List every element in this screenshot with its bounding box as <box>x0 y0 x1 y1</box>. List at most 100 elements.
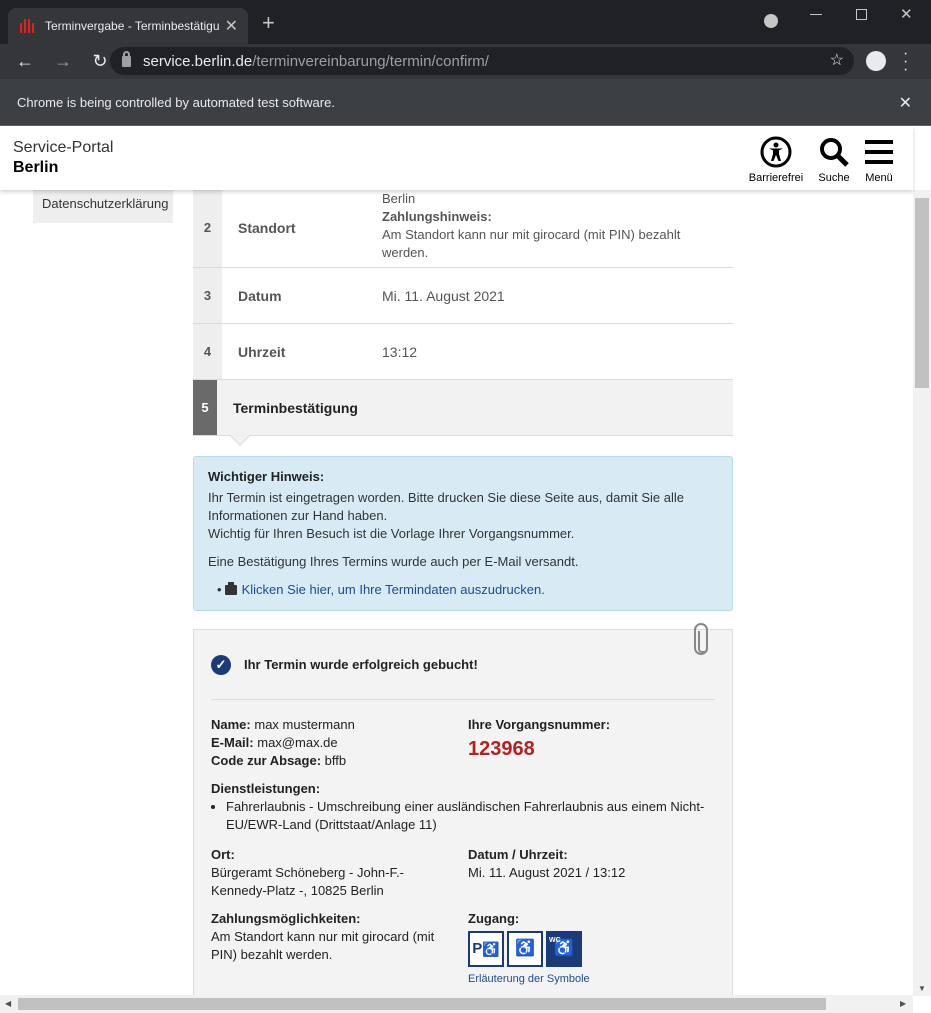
maximize-icon[interactable] <box>856 9 867 20</box>
automation-infobar: Chrome is being controlled by automated … <box>0 79 931 126</box>
notice-heading: Wichtiger Hinweis: <box>208 469 325 484</box>
process-number-label: Ihre Vorgangsnummer: <box>468 717 611 732</box>
browser-menu-icon[interactable]: · · · <box>903 46 908 78</box>
step-confirmation: 5 Terminbestätigung <box>193 380 733 446</box>
tab-close-icon[interactable]: ✕ <box>225 16 238 36</box>
payment-hint-line1: Am Standort kann nur mit girocard (mit P… <box>382 227 681 242</box>
printer-icon <box>224 582 237 595</box>
infobar-close-icon[interactable]: ✕ <box>899 93 912 113</box>
wc-accessible-icon: WC ♿ <box>546 931 582 967</box>
location-label: Ort: <box>211 847 235 862</box>
bookmark-star-icon[interactable]: ☆ <box>830 50 844 70</box>
browser-tab-strip: Terminvergabe - Terminbestätigu ✕ + ✕ <box>0 0 931 44</box>
window-close-icon[interactable]: ✕ <box>900 5 913 23</box>
wc-letters: WC <box>549 937 561 944</box>
menu-label: Menü <box>865 172 893 184</box>
print-item: • Klicken Sie hier, um Ihre Termindaten a… <box>217 582 545 597</box>
url-path: /terminvereinbarung/termin/confirm/ <box>252 52 489 70</box>
email-value: max@max.de <box>257 735 338 750</box>
print-link[interactable]: Klicken Sie hier, um Ihre Termindaten au… <box>242 582 545 597</box>
search-button[interactable]: Suche <box>815 136 853 184</box>
infobar-text: Chrome is being controlled by automated … <box>17 94 335 110</box>
services-label: Dienstleistungen: <box>211 781 321 796</box>
tab-title: Terminvergabe - Terminbestätigu <box>45 19 219 33</box>
scroll-left-arrow-icon[interactable]: ◀ <box>5 999 11 1008</box>
address-bar[interactable]: service.berlin.de/terminvereinbarung/ter… <box>110 47 854 75</box>
datetime-value: Mi. 11. August 2021 / 13:12 <box>468 865 626 880</box>
paperclip-icon <box>694 623 708 655</box>
accessibility-button[interactable]: Barrierefrei <box>748 136 804 184</box>
step-label: Uhrzeit <box>238 343 286 360</box>
email-label: E-Mail: <box>211 735 254 750</box>
privacy-link[interactable]: Datenschutzerklärung <box>33 188 173 223</box>
location-city: Berlin <box>382 191 416 206</box>
notice-line3: Wichtig für Ihren Besuch ist die Vorlage… <box>208 526 575 541</box>
cancel-code-value: bffb <box>324 753 347 768</box>
forward-icon[interactable]: → <box>54 51 72 72</box>
browser-toolbar: ← → ↻ service.berlin.de/terminvereinbaru… <box>0 44 931 79</box>
back-icon[interactable]: ← <box>16 51 34 72</box>
name-label: Name: <box>211 717 251 732</box>
step-value: Mi. 11. August 2021 <box>382 287 505 304</box>
important-notice: Wichtiger Hinweis: Ihr Termin ist einget… <box>193 456 733 611</box>
step-value: Berlin Zahlungshinweis: Am Standort kann… <box>382 188 733 267</box>
minimize-icon[interactable] <box>810 14 822 15</box>
site-header: Service-Portal Berlin Barrierefrei Suche… <box>0 126 913 190</box>
vertical-scrollbar[interactable]: ▼ <box>913 190 931 996</box>
payment-line1: Am Standort kann nur mit girocard (mit <box>211 929 435 944</box>
symbols-link[interactable]: Erläuterung der Symbole <box>468 970 590 988</box>
brand-line1[interactable]: Service-Portal <box>13 139 113 157</box>
parking-letter: P <box>472 940 483 957</box>
access-icons: P ♿ ♿ WC ♿ <box>468 931 590 967</box>
access-label: Zugang: <box>468 911 520 926</box>
vertical-scroll-thumb[interactable] <box>915 198 929 388</box>
page-viewport: Service-Portal Berlin Barrierefrei Suche… <box>0 126 931 1013</box>
cancel-code-label: Code zur Absage: <box>211 753 322 768</box>
success-message: ✓ Ihr Termin wurde erfolgreich gebucht! <box>211 630 715 700</box>
menu-button[interactable]: Menü <box>862 136 896 184</box>
scroll-right-arrow-icon[interactable]: ▶ <box>900 999 906 1008</box>
search-icon <box>820 138 849 167</box>
horizontal-scroll-thumb[interactable] <box>18 998 826 1010</box>
horizontal-scrollbar[interactable]: ◀ ▶ <box>0 995 913 1013</box>
scroll-down-arrow-icon[interactable]: ▼ <box>918 984 926 993</box>
payment-line2: PIN) bezahlt werden. <box>211 947 333 962</box>
booking-steps: 2 Standort Berlin Zahlungshinweis: Am St… <box>193 188 733 446</box>
brand-line2[interactable]: Berlin <box>13 159 58 177</box>
step-value: 13:12 <box>382 343 418 360</box>
success-text: Ihr Termin wurde erfolgreich gebucht! <box>244 656 478 672</box>
hamburger-menu-icon <box>865 140 893 164</box>
step-label: Datum <box>238 287 282 304</box>
process-number-value: 123968 <box>468 738 535 760</box>
lock-icon <box>122 50 131 67</box>
checkmark-icon: ✓ <box>211 654 231 675</box>
step-number: 3 <box>193 268 222 323</box>
reload-icon[interactable]: ↻ <box>92 51 108 72</box>
berlin-favicon-icon <box>20 19 36 33</box>
step-number: 5 <box>193 380 217 435</box>
url-host: service.berlin.de <box>143 52 253 70</box>
service-item: Fahrerlaubnis - Umschreibung einer auslä… <box>226 798 715 834</box>
payment-label: Zahlungsmöglichkeiten: <box>211 911 361 926</box>
step-label: Standort <box>238 219 296 236</box>
step-time: 4 Uhrzeit 13:12 <box>193 324 733 380</box>
profile-icon[interactable] <box>866 51 886 71</box>
browser-tab[interactable]: Terminvergabe - Terminbestätigu ✕ <box>8 8 248 44</box>
parking-accessible-icon: P ♿ <box>468 931 504 967</box>
new-tab-icon[interactable]: + <box>262 12 275 34</box>
notice-line2: Informationen zur Hand haben. <box>208 508 388 523</box>
accessibility-label: Barrierefrei <box>748 172 804 184</box>
name-value: max mustermann <box>254 717 355 732</box>
tab-search-icon[interactable] <box>764 14 778 28</box>
notice-line4: Eine Bestätigung Ihres Termins wurde auc… <box>208 554 579 569</box>
step-location: 2 Standort Berlin Zahlungshinweis: Am St… <box>193 188 733 268</box>
location-line1: Bürgeramt Schöneberg - John-F.- <box>211 865 404 880</box>
search-label: Suche <box>818 172 850 184</box>
elevator-accessible-icon: ♿ <box>507 931 543 967</box>
step-number: 2 <box>193 188 222 267</box>
accessibility-icon <box>760 136 792 168</box>
location-line2: Kennedy-Platz -, 10825 Berlin <box>211 883 384 898</box>
step-date: 3 Datum Mi. 11. August 2021 <box>193 268 733 324</box>
appointment-card: ✓ Ihr Termin wurde erfolgreich gebucht! … <box>193 623 733 1013</box>
notice-line1: Ihr Termin ist eingetragen worden. Bitte… <box>208 490 684 505</box>
